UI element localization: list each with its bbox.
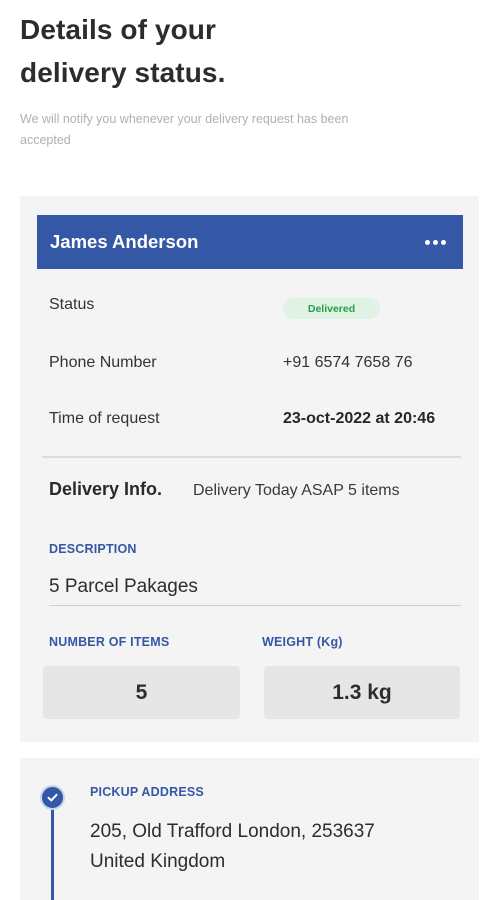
customer-header: James Anderson bbox=[37, 215, 463, 269]
description-underline bbox=[49, 605, 461, 606]
status-label: Status bbox=[49, 296, 95, 313]
time-label: Time of request bbox=[49, 410, 160, 427]
customer-name: James Anderson bbox=[50, 231, 199, 252]
items-count-box: 5 bbox=[43, 666, 240, 719]
pickup-address: 205, Old Trafford London, 253637 United … bbox=[90, 817, 450, 877]
delivery-info-heading: Delivery Info. bbox=[49, 479, 163, 499]
more-options-icon[interactable] bbox=[421, 234, 450, 251]
more-dot bbox=[425, 239, 430, 245]
pickup-address-label: PICKUP ADDRESS bbox=[90, 785, 204, 799]
more-dot bbox=[441, 239, 446, 245]
weight-box: 1.3 kg bbox=[264, 666, 460, 719]
description-label: DESCRIPTION bbox=[49, 542, 137, 556]
weight-label: WEIGHT (Kg) bbox=[262, 635, 343, 649]
page-title: Details of your delivery status. bbox=[20, 8, 225, 94]
page-subtitle: We will notify you whenever your deliver… bbox=[20, 112, 349, 147]
pickup-address-line-1: 205, Old Trafford London, 253637 bbox=[90, 821, 375, 842]
page-title-line-1: Details of your bbox=[20, 14, 216, 45]
phone-label: Phone Number bbox=[49, 354, 157, 371]
items-label: NUMBER OF ITEMS bbox=[49, 635, 170, 649]
checkmark-icon bbox=[47, 793, 58, 802]
section-divider bbox=[42, 456, 461, 458]
pickup-address-line-2: United Kingdom bbox=[90, 851, 226, 872]
time-value: 23-oct-2022 at 20:46 bbox=[283, 410, 436, 427]
more-dot bbox=[433, 239, 438, 245]
delivery-details-card: James Anderson Status Delivered Phone Nu… bbox=[20, 196, 479, 742]
delivery-info-text: Delivery Today ASAP 5 items bbox=[193, 482, 400, 499]
delivery-status-page: Details of your delivery status. We will… bbox=[0, 0, 500, 900]
check-circle-icon bbox=[40, 785, 65, 810]
description-value: 5 Parcel Pakages bbox=[49, 576, 198, 597]
pickup-address-card: PICKUP ADDRESS 205, Old Trafford London,… bbox=[20, 758, 479, 900]
page-title-line-2: delivery status. bbox=[20, 57, 226, 88]
phone-value: +91 6574 7658 76 bbox=[283, 354, 413, 371]
status-badge: Delivered bbox=[283, 298, 380, 319]
